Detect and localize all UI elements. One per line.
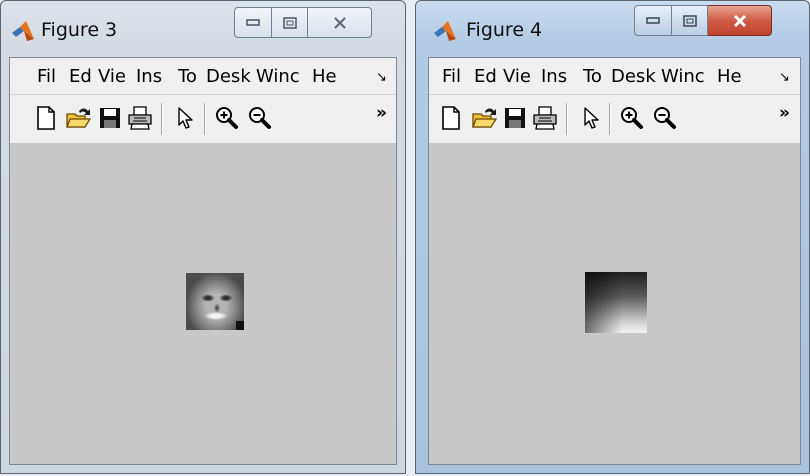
matlab-logo-icon xyxy=(12,21,34,45)
figure-client-area: Fil Ed Vie Ins To Desk Winc He ↘ » xyxy=(428,57,801,465)
menu-file[interactable]: Fil xyxy=(442,66,472,87)
menu-edit[interactable]: Ed xyxy=(474,66,498,87)
menu-window[interactable]: Winc xyxy=(256,66,306,87)
zoom-out-icon xyxy=(654,107,676,129)
edit-plot-button[interactable] xyxy=(579,105,605,133)
menu-desktop[interactable]: Desk xyxy=(611,66,657,87)
open-file-button[interactable] xyxy=(471,105,497,133)
menu-file[interactable]: Fil xyxy=(37,66,67,87)
new-figure-icon xyxy=(442,106,460,130)
minimize-icon xyxy=(246,18,260,26)
close-icon xyxy=(733,14,746,27)
menu-overflow-button[interactable]: ↘ xyxy=(779,70,790,85)
open-folder-icon xyxy=(472,108,497,128)
print-button[interactable] xyxy=(532,105,558,133)
maximize-button[interactable] xyxy=(272,7,308,38)
figure-canvas[interactable] xyxy=(429,144,800,464)
maximize-button[interactable] xyxy=(672,5,708,36)
save-button[interactable] xyxy=(503,105,529,133)
window-title: Figure 4 xyxy=(466,19,543,41)
menu-insert[interactable]: Ins xyxy=(541,66,575,87)
title-bar[interactable]: Figure 4 xyxy=(416,1,809,57)
close-icon xyxy=(333,16,346,29)
open-folder-icon xyxy=(66,108,91,128)
pointer-icon xyxy=(584,107,599,129)
toolbar-separator xyxy=(161,103,162,135)
figure-client-area: Fil Ed Vie Ins To Desk Winc He ↘ » xyxy=(9,57,397,465)
menu-insert[interactable]: Ins xyxy=(136,66,170,87)
figure-4-window[interactable]: Figure 4 Fil Ed Vie Ins To Desk Winc He … xyxy=(415,0,810,474)
save-icon xyxy=(505,108,525,128)
minimize-icon xyxy=(646,16,660,24)
zoom-out-button[interactable] xyxy=(652,105,678,133)
window-title: Figure 3 xyxy=(41,19,118,41)
zoom-in-icon xyxy=(621,107,643,129)
save-button[interactable] xyxy=(98,105,124,133)
menu-view[interactable]: Vie xyxy=(98,66,130,87)
gradient-image xyxy=(585,272,647,333)
caption-buttons xyxy=(634,5,772,38)
menu-bar: Fil Ed Vie Ins To Desk Winc He ↘ xyxy=(429,58,800,95)
menu-view[interactable]: Vie xyxy=(503,66,535,87)
menu-help[interactable]: He xyxy=(717,66,747,87)
pointer-icon xyxy=(178,107,193,129)
menu-edit[interactable]: Ed xyxy=(69,66,93,87)
maximize-icon xyxy=(282,16,297,29)
new-figure-icon xyxy=(37,106,55,130)
figure-3-window[interactable]: Figure 3 Fil Ed Vie Ins To Desk Winc He … xyxy=(0,0,406,474)
toolbar-separator xyxy=(609,103,610,135)
zoom-out-icon xyxy=(249,107,271,129)
print-button[interactable] xyxy=(127,105,153,133)
figure-toolbar: » xyxy=(429,95,800,144)
toolbar-overflow-button[interactable]: » xyxy=(376,103,387,123)
menu-tools[interactable]: To xyxy=(178,66,203,87)
zoom-in-icon xyxy=(216,107,238,129)
menu-help[interactable]: He xyxy=(312,66,342,87)
minimize-button[interactable] xyxy=(634,5,672,36)
face-image xyxy=(186,273,244,330)
maximize-icon xyxy=(682,14,697,27)
new-figure-button[interactable] xyxy=(439,105,465,133)
edit-plot-button[interactable] xyxy=(173,105,199,133)
menu-overflow-button[interactable]: ↘ xyxy=(376,70,387,85)
print-icon xyxy=(128,106,152,130)
zoom-out-button[interactable] xyxy=(247,105,273,133)
figure-toolbar: » xyxy=(10,95,396,144)
figure-canvas[interactable] xyxy=(10,144,396,464)
caption-buttons xyxy=(234,7,372,40)
zoom-in-button[interactable] xyxy=(619,105,645,133)
minimize-button[interactable] xyxy=(234,7,272,38)
print-icon xyxy=(533,106,557,130)
open-file-button[interactable] xyxy=(65,105,91,133)
title-bar[interactable]: Figure 3 xyxy=(1,1,405,57)
toolbar-separator xyxy=(566,103,567,135)
zoom-in-button[interactable] xyxy=(214,105,240,133)
menu-window[interactable]: Winc xyxy=(661,66,711,87)
menu-desktop[interactable]: Desk xyxy=(206,66,252,87)
menu-tools[interactable]: To xyxy=(583,66,608,87)
toolbar-separator xyxy=(204,103,205,135)
toolbar-overflow-button[interactable]: » xyxy=(779,103,790,123)
close-button[interactable] xyxy=(708,5,772,36)
new-figure-button[interactable] xyxy=(34,105,60,133)
matlab-logo-icon xyxy=(434,21,456,45)
close-button[interactable] xyxy=(308,7,372,38)
menu-bar: Fil Ed Vie Ins To Desk Winc He ↘ xyxy=(10,58,396,95)
save-icon xyxy=(100,108,120,128)
